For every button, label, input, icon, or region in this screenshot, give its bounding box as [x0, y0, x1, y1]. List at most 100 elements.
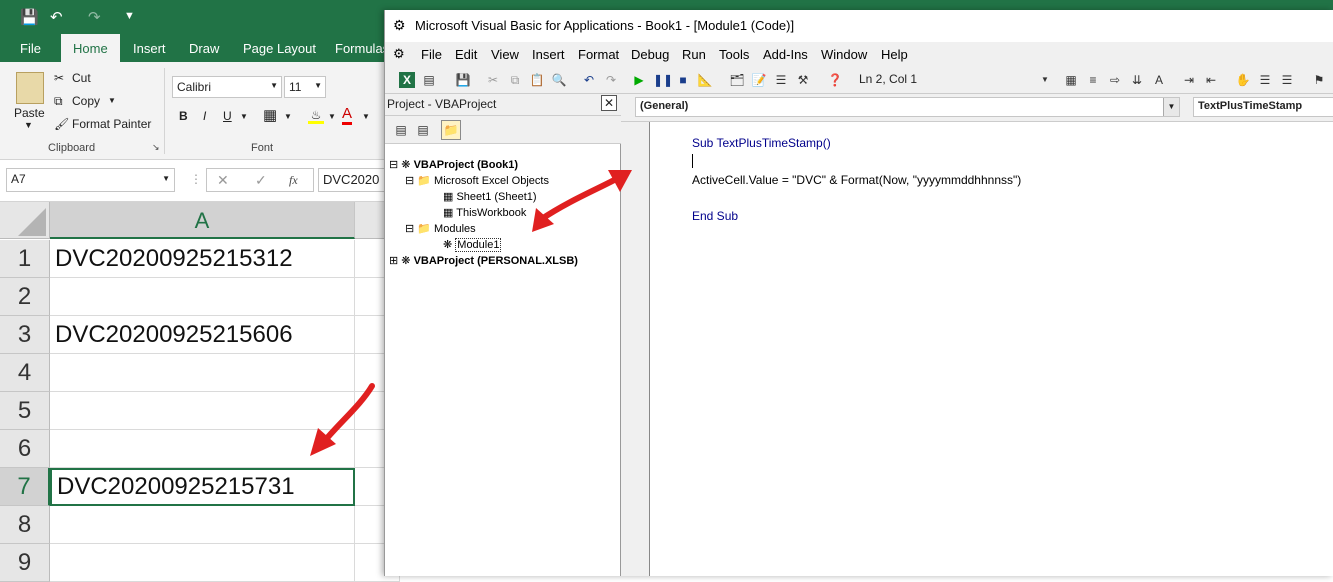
menu-run[interactable]: Run — [682, 47, 706, 62]
object-browser-icon[interactable]: ☰ — [773, 72, 789, 88]
menu-help[interactable]: Help — [881, 47, 908, 62]
customize-qat-icon[interactable]: ▼ — [124, 10, 135, 22]
font-size-combo[interactable]: 11 ▼ — [284, 76, 326, 98]
row-header[interactable]: 6 — [0, 430, 50, 468]
menu-file[interactable]: File — [421, 47, 442, 62]
undo-icon[interactable]: ↶ — [581, 72, 597, 88]
row-header[interactable]: 2 — [0, 278, 50, 316]
undo-icon[interactable]: ↶ — [50, 8, 63, 26]
quick-info-icon[interactable]: ⇨ — [1107, 72, 1123, 88]
vba-doc-icon[interactable]: ⚙ — [393, 46, 405, 62]
code-editor[interactable]: Sub TextPlusTimeStamp() ActiveCell.Value… — [651, 122, 1333, 576]
fill-dropdown-icon[interactable]: ▼ — [328, 112, 336, 121]
row-header[interactable]: 8 — [0, 506, 50, 544]
cell-a9[interactable] — [50, 544, 355, 582]
underline-button[interactable]: U — [223, 109, 232, 123]
cell-a7[interactable]: DVC20200925215731 — [50, 468, 355, 506]
copy-button[interactable]: Copy — [72, 94, 100, 108]
row-header[interactable]: 3 — [0, 316, 50, 354]
borders-dropdown-icon[interactable]: ▼ — [284, 112, 292, 121]
menu-format[interactable]: Format — [578, 47, 619, 62]
menu-window[interactable]: Window — [821, 47, 867, 62]
toggle-bookmark-icon[interactable]: ⚑ — [1311, 72, 1327, 88]
find-icon[interactable]: 🔍 — [551, 72, 567, 88]
tab-insert[interactable]: Insert — [133, 41, 166, 56]
indent-icon[interactable]: ⇥ — [1181, 72, 1197, 88]
insert-function-icon[interactable]: fx — [289, 173, 298, 188]
cell-a3[interactable]: DVC20200925215606 — [50, 316, 355, 354]
toggle-breakpoint-icon[interactable]: ✋ — [1235, 72, 1251, 88]
view-excel-icon[interactable]: X — [399, 72, 415, 88]
menu-view[interactable]: View — [491, 47, 519, 62]
redo-icon[interactable]: ↷ — [88, 8, 101, 26]
object-combo[interactable]: (General) ▼ — [635, 97, 1180, 117]
tab-home[interactable]: Home — [61, 34, 120, 62]
collapse-icon[interactable]: ⊟ — [405, 223, 414, 235]
format-painter-button[interactable]: Format Painter — [72, 117, 151, 131]
copy-dropdown-icon[interactable]: ▼ — [108, 96, 116, 105]
collapse-icon[interactable]: ⊟ — [389, 159, 398, 171]
row-header[interactable]: 5 — [0, 392, 50, 430]
copy-icon[interactable]: ⧉ — [507, 72, 523, 88]
font-name-combo[interactable]: Calibri ▼ — [172, 76, 282, 98]
row-header[interactable]: 7 — [0, 468, 50, 506]
tab-file[interactable]: File — [20, 41, 41, 56]
comment-block-icon[interactable]: ☰ — [1257, 72, 1273, 88]
save-icon[interactable]: 💾 — [455, 72, 471, 88]
paste-icon[interactable] — [16, 72, 44, 104]
tab-draw[interactable]: Draw — [189, 41, 219, 56]
paste-icon[interactable]: 📋 — [529, 72, 545, 88]
cut-icon[interactable]: ✂ — [485, 72, 501, 88]
tab-page-layout[interactable]: Page Layout — [243, 41, 316, 56]
cell-a2[interactable] — [50, 278, 355, 316]
row-header[interactable]: 4 — [0, 354, 50, 392]
enter-icon[interactable]: ✓ — [255, 172, 267, 189]
toolbox-icon[interactable]: ⚒ — [795, 72, 811, 88]
view-object-icon[interactable]: ▤ — [415, 122, 431, 138]
paste-dropdown-icon[interactable]: ▼ — [24, 120, 33, 130]
paste-button[interactable]: Paste — [14, 106, 45, 120]
expand-icon[interactable]: ⊞ — [389, 255, 398, 267]
outdent-icon[interactable]: ⇤ — [1203, 72, 1219, 88]
close-icon[interactable]: ✕ — [601, 95, 617, 111]
list-properties-icon[interactable]: ▦ — [1063, 72, 1079, 88]
font-color-dropdown-icon[interactable]: ▼ — [362, 112, 370, 121]
reset-icon[interactable]: ■ — [675, 72, 691, 88]
tree-node-book1[interactable]: ⊟ ❋ VBAProject (Book1) — [389, 158, 518, 171]
cancel-icon[interactable]: ✕ — [217, 172, 229, 189]
toolbar-overflow-icon[interactable]: ▼ — [1037, 72, 1053, 88]
procedure-combo[interactable]: TextPlusTimeStamp — [1193, 97, 1333, 117]
break-icon[interactable]: ❚❚ — [653, 72, 673, 88]
fill-color-icon[interactable]: ♨ — [308, 108, 324, 124]
help-icon[interactable]: ❓ — [827, 72, 843, 88]
bold-button[interactable]: B — [179, 109, 188, 123]
menu-insert[interactable]: Insert — [532, 47, 565, 62]
menu-debug[interactable]: Debug — [631, 47, 669, 62]
redo-icon[interactable]: ↷ — [603, 72, 619, 88]
select-all-corner[interactable] — [0, 202, 50, 239]
toggle-folders-icon[interactable]: 📁 — [441, 120, 461, 140]
parameter-info-icon[interactable]: ⇊ — [1129, 72, 1145, 88]
row-header[interactable]: 1 — [0, 240, 50, 278]
cut-button[interactable]: Cut — [72, 71, 91, 85]
borders-icon[interactable]: ▦ — [263, 106, 277, 124]
italic-button[interactable]: I — [203, 109, 206, 123]
row-header[interactable]: 9 — [0, 544, 50, 582]
font-color-icon[interactable]: A — [342, 106, 353, 125]
menu-add-ins[interactable]: Add-Ins — [763, 47, 808, 62]
tree-node-thisworkbook[interactable]: ▦ ThisWorkbook — [443, 206, 526, 219]
project-explorer-icon[interactable]: 🗂 — [729, 72, 745, 88]
design-mode-icon[interactable]: 📐 — [697, 72, 713, 88]
cell-a1[interactable]: DVC20200925215312 — [50, 240, 355, 278]
menu-edit[interactable]: Edit — [455, 47, 477, 62]
tree-node-personal[interactable]: ⊞ ❋ VBAProject (PERSONAL.XLSB) — [389, 254, 578, 267]
tab-formulas[interactable]: Formulas — [335, 41, 389, 56]
column-header-a[interactable]: A — [50, 202, 355, 239]
view-code-icon[interactable]: ▤ — [393, 122, 409, 138]
clipboard-launcher-icon[interactable]: ↘ — [152, 142, 160, 153]
uncomment-block-icon[interactable]: ☰ — [1279, 72, 1295, 88]
menu-tools[interactable]: Tools — [719, 47, 749, 62]
list-constants-icon[interactable]: ≡ — [1085, 72, 1101, 88]
tree-node-module1[interactable]: ❋ Module1 — [443, 238, 502, 252]
run-icon[interactable]: ▶ — [631, 72, 647, 88]
